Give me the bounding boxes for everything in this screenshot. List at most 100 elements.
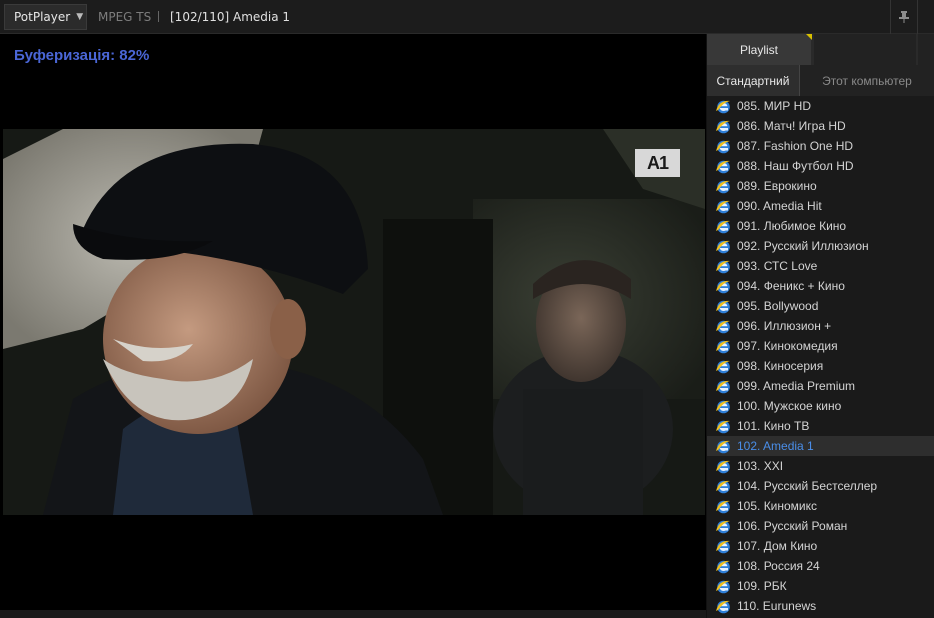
subtab-this-computer[interactable]: Этот компьютер [799,65,934,96]
playlist-item[interactable]: 096. Иллюзион + [707,316,934,336]
internet-explorer-icon [716,480,730,493]
internet-explorer-icon [716,120,730,133]
playlist-item[interactable]: 108. Россия 24 [707,556,934,576]
playlist-item[interactable]: 088. Наш Футбол HD [707,156,934,176]
internet-explorer-icon [716,600,730,613]
playlist-item-label: 086. Матч! Игра HD [737,119,846,133]
playlist-item[interactable]: 095. Bollywood [707,296,934,316]
playlist-item-label: 091. Любимое Кино [737,219,847,233]
title-bar: PotPlayer ▼ MPEG TS [102/110] Amedia 1 [0,0,934,34]
main-menu-button[interactable]: PotPlayer ▼ [4,4,87,30]
playlist-item-label: 100. Мужское кино [737,399,842,413]
video-frame[interactable] [3,129,705,515]
playlist-item[interactable]: 105. Киномикс [707,496,934,516]
internet-explorer-icon [716,280,730,293]
playlist-item-label: 094. Феникс + Кино [737,279,845,293]
internet-explorer-icon [716,300,730,313]
playlist-item-label: 109. РБК [737,579,787,593]
playlist-item-label: 096. Иллюзион + [737,319,832,333]
internet-explorer-icon [716,220,730,233]
playlist-item[interactable]: 091. Любимое Кино [707,216,934,236]
subtab-standard[interactable]: Стандартний [707,65,800,96]
playlist-item-label: 099. Amedia Premium [737,379,856,393]
internet-explorer-icon [716,580,730,593]
playlist-item-label: 087. Fashion One HD [737,139,854,153]
main-menu-label: PotPlayer [14,10,71,24]
internet-explorer-icon [716,160,730,173]
tab-marker [806,34,812,40]
tab-playlist-label: Playlist [739,42,778,57]
pin-button[interactable] [890,0,917,34]
playlist-item[interactable]: 087. Fashion One HD [707,136,934,156]
playlist-item[interactable]: 103. XXI [707,456,934,476]
internet-explorer-icon [716,240,730,253]
playlist-item-label: 095. Bollywood [737,299,819,313]
playlist-item[interactable]: 110. Eurunews [707,596,934,616]
playlist-item[interactable]: 089. Еврокино [707,176,934,196]
playlist-subtabs: Стандартний Этот компьютер [707,65,934,96]
playlist-item[interactable]: 106. Русский Роман [707,516,934,536]
playlist-item[interactable]: 100. Мужское кино [707,396,934,416]
codec-label: MPEG TS [98,10,152,24]
internet-explorer-icon [716,340,730,353]
playlist-item-label: 106. Русский Роман [737,519,848,533]
title-divider [158,11,159,22]
playlist-item-label: 093. СТС Love [737,259,818,273]
internet-explorer-icon [716,500,730,513]
internet-explorer-icon [716,140,730,153]
playlist-item[interactable]: 086. Матч! Игра HD [707,116,934,136]
playlist-item-label: 105. Киномикс [737,499,818,513]
video-frame-image [3,129,705,515]
internet-explorer-icon [716,380,730,393]
internet-explorer-icon [716,440,730,453]
chevron-down-icon: ▼ [76,12,84,22]
playlist-item[interactable]: 085. МИР HD [707,96,934,116]
tab-empty[interactable] [814,34,916,65]
playlist-panel: Playlist Стандартний Этот компьютер 085.… [706,34,934,618]
internet-explorer-icon [716,420,730,433]
internet-explorer-icon [716,360,730,373]
playlist-item-label: 098. Киносерия [737,359,824,373]
tab-playlist[interactable]: Playlist [707,34,811,65]
playlist-item-label: 103. XXI [737,459,784,473]
now-playing-title: [102/110] Amedia 1 [170,10,291,24]
playlist-item-label: 097. Кинокомедия [737,339,838,353]
channel-logo: A1 [635,149,680,177]
internet-explorer-icon [716,520,730,533]
playlist-item-label: 104. Русский Бестселлер [737,479,878,493]
playlist-item-label: 089. Еврокино [737,179,817,193]
playlist-item[interactable]: 093. СТС Love [707,256,934,276]
internet-explorer-icon [716,200,730,213]
playlist-item-label: 088. Наш Футбол HD [737,159,854,173]
playlist-item-label: 108. Россия 24 [737,559,820,573]
playlist-item[interactable]: 092. Русский Иллюзион [707,236,934,256]
subtab-standard-label: Стандартний [716,73,790,88]
playlist-item[interactable]: 104. Русский Бестселлер [707,476,934,496]
internet-explorer-icon [716,100,730,113]
internet-explorer-icon [716,540,730,553]
buffering-status: Буферизація: 82% [14,47,150,64]
playlist-item-label: 101. Кино ТВ [737,419,810,433]
seek-bar[interactable] [0,610,706,618]
internet-explorer-icon [716,180,730,193]
playlist-item[interactable]: 090. Amedia Hit [707,196,934,216]
playlist-item[interactable]: 107. Дом Кино [707,536,934,556]
internet-explorer-icon [716,560,730,573]
internet-explorer-icon [716,260,730,273]
playlist-item[interactable]: 098. Киносерия [707,356,934,376]
playlist-item-current[interactable]: 102. Amedia 1 [707,436,934,456]
internet-explorer-icon [716,400,730,413]
playlist-item[interactable]: 109. РБК [707,576,934,596]
playlist-item-label: 107. Дом Кино [737,539,818,553]
playlist-list[interactable]: 085. МИР HD 086. Матч! Игра HD 087. Fashio… [707,96,934,618]
playlist-item-label: 090. Amedia Hit [737,199,822,213]
window-control[interactable] [917,0,934,34]
playlist-item[interactable]: 094. Феникс + Кино [707,276,934,296]
playlist-item[interactable]: 097. Кинокомедия [707,336,934,356]
internet-explorer-icon [716,460,730,473]
subtab-this-computer-label: Этот компьютер [822,73,912,88]
playlist-item[interactable]: 101. Кино ТВ [707,416,934,436]
playlist-item[interactable]: 099. Amedia Premium [707,376,934,396]
internet-explorer-icon [716,320,730,333]
tab-empty-2[interactable] [918,34,934,65]
